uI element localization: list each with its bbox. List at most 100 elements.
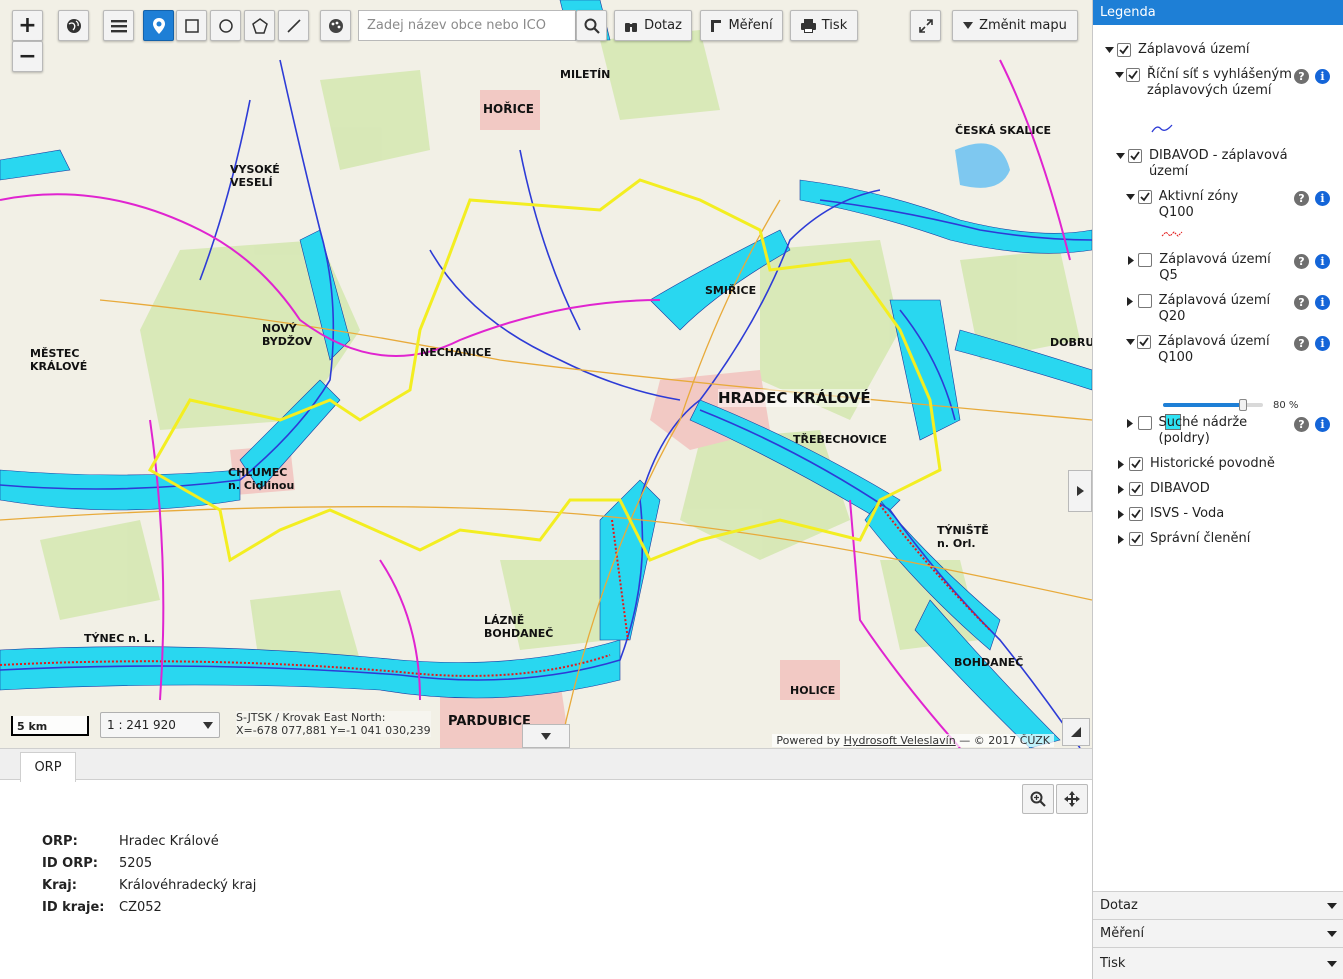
coordinates-crs: S-JTSK / Krovak East North: xyxy=(236,711,386,724)
overview-map-button[interactable] xyxy=(1062,718,1090,746)
checkbox-unchecked[interactable] xyxy=(1137,294,1152,308)
polygon-icon xyxy=(251,17,268,34)
expanded-caret-icon[interactable] xyxy=(1115,67,1124,83)
legend-item-isvs[interactable]: ISVS - Voda xyxy=(1115,506,1224,522)
legend-item-active-q100[interactable]: Aktivní zóny Q100 xyxy=(1125,189,1265,221)
line-icon xyxy=(286,18,301,33)
help-icon[interactable]: ? xyxy=(1294,417,1309,432)
expanded-caret-icon[interactable] xyxy=(1115,148,1126,164)
map-label-novy-bydzov: NOVÝ BYDŽOV xyxy=(262,322,313,348)
checkbox-checked[interactable] xyxy=(1127,149,1142,163)
river-symbol-icon xyxy=(1151,124,1173,133)
checkbox-unchecked[interactable] xyxy=(1138,253,1153,267)
checkbox-checked[interactable] xyxy=(1126,68,1140,82)
search-button[interactable] xyxy=(576,10,607,41)
attribution-link[interactable]: Hydrosoft Veleslavín xyxy=(844,734,956,747)
select-circle-button[interactable] xyxy=(210,10,241,41)
zoom-out-button[interactable]: − xyxy=(12,41,43,72)
checkbox-checked[interactable] xyxy=(1137,335,1152,349)
help-icon[interactable]: ? xyxy=(1294,336,1309,351)
expanded-caret-icon[interactable] xyxy=(1125,189,1136,205)
scale-select[interactable]: 1 : 241 920 xyxy=(100,712,220,738)
clear-selection-button[interactable] xyxy=(320,10,351,41)
info-icon[interactable]: i xyxy=(1315,254,1330,269)
attribute-value: 5205 xyxy=(119,855,153,871)
globe-button[interactable] xyxy=(58,10,89,41)
legend-label: DIBAVOD xyxy=(1150,481,1210,496)
legend-item-dibavod-flood[interactable]: DIBAVOD - záplavová území xyxy=(1115,148,1315,180)
zoom-to-feature-button[interactable] xyxy=(1022,784,1054,814)
help-icon[interactable]: ? xyxy=(1294,254,1309,269)
collapsed-caret-icon[interactable] xyxy=(1115,456,1127,472)
zoom-in-button[interactable]: + xyxy=(12,10,43,41)
legend-item-dibavod[interactable]: DIBAVOD xyxy=(1115,481,1210,497)
legend-item-river[interactable]: Říční síť s vyhlášeným záplavových území xyxy=(1115,67,1295,99)
expanded-caret-icon[interactable] xyxy=(1125,334,1135,350)
select-polygon-button[interactable] xyxy=(244,10,275,41)
checkbox-checked[interactable] xyxy=(1129,482,1143,496)
checkbox-checked[interactable] xyxy=(1137,190,1152,204)
help-icon[interactable]: ? xyxy=(1294,69,1309,84)
binoculars-icon xyxy=(625,22,638,32)
legend-item-historic[interactable]: Historické povodně xyxy=(1115,456,1275,472)
help-icon[interactable]: ? xyxy=(1294,295,1309,310)
info-icon[interactable]: i xyxy=(1315,336,1330,351)
select-line-button[interactable] xyxy=(278,10,309,41)
pan-to-feature-button[interactable] xyxy=(1056,784,1088,814)
legend-item-admin[interactable]: Správní členění xyxy=(1115,531,1250,547)
collapsed-caret-icon[interactable] xyxy=(1115,481,1127,497)
accordion-print[interactable]: Tisk xyxy=(1093,947,1343,979)
accordion-query[interactable]: Dotaz xyxy=(1093,891,1343,919)
help-icon[interactable]: ? xyxy=(1294,191,1309,206)
toggle-legend-button[interactable] xyxy=(1068,470,1092,512)
fullscreen-button[interactable] xyxy=(910,10,941,41)
caret-down-icon xyxy=(541,732,551,740)
map-label-lazne: LÁZNĚ BOHDANEČ xyxy=(484,614,554,640)
expanded-caret-icon[interactable] xyxy=(1103,42,1115,58)
legend-item-flood[interactable]: Záplavová území xyxy=(1103,42,1249,58)
legend-item-q20[interactable]: Záplavová území Q20 xyxy=(1125,293,1285,325)
collapsed-caret-icon[interactable] xyxy=(1115,506,1127,522)
checkbox-checked[interactable] xyxy=(1117,43,1131,57)
measure-button[interactable]: Měření xyxy=(700,10,783,41)
select-rectangle-button[interactable] xyxy=(176,10,207,41)
opacity-value: 80 % xyxy=(1273,400,1299,411)
accordion-measure[interactable]: Měření xyxy=(1093,919,1343,947)
legend-label: Říční síť s vyhlášeným záplavových území xyxy=(1147,67,1292,98)
change-map-label: Změnit mapu xyxy=(979,18,1067,33)
legend-panel: Legenda Záplavová území Říční síť s vyhl… xyxy=(1092,0,1343,979)
accordion-label: Měření xyxy=(1100,926,1145,941)
opacity-slider[interactable] xyxy=(1163,399,1263,411)
collapsed-caret-icon[interactable] xyxy=(1115,531,1127,547)
layers-menu-button[interactable] xyxy=(103,10,134,41)
attribution-suffix: — © 2017 ČÚZK xyxy=(955,734,1050,747)
attribute-key: Kraj: xyxy=(42,877,77,893)
checkbox-checked[interactable] xyxy=(1129,532,1143,546)
info-icon[interactable]: i xyxy=(1315,417,1330,432)
collapsed-caret-icon[interactable] xyxy=(1125,293,1136,309)
legend-label: DIBAVOD - záplavová území xyxy=(1148,148,1288,179)
legend-item-dry-tanks[interactable]: Suché nádrže (poldry) xyxy=(1125,415,1285,447)
legend-item-q5[interactable]: Záplavová území Q5 xyxy=(1125,252,1285,284)
info-icon[interactable]: i xyxy=(1315,69,1330,84)
legend-title[interactable]: Legenda xyxy=(1093,0,1343,25)
identify-point-button[interactable] xyxy=(143,10,174,41)
query-button[interactable]: Dotaz xyxy=(614,10,692,41)
checkbox-unchecked[interactable] xyxy=(1137,416,1152,430)
toggle-bottom-panel-button[interactable] xyxy=(522,724,570,748)
info-icon[interactable]: i xyxy=(1315,295,1330,310)
collapsed-caret-icon[interactable] xyxy=(1125,252,1136,268)
change-map-button[interactable]: Změnit mapu xyxy=(952,10,1078,41)
map-view[interactable]: HRADEC KRÁLOVÉ HOŘICE NOVÝ BYDŽOV CHLUME… xyxy=(0,0,1092,748)
measure-label: Měření xyxy=(728,18,773,33)
search-input[interactable] xyxy=(358,10,576,41)
opacity-slider-handle[interactable] xyxy=(1239,399,1247,411)
tab-orp[interactable]: ORP xyxy=(20,752,76,782)
checkbox-checked[interactable] xyxy=(1129,457,1143,471)
legend-item-q100[interactable]: Záplavová území Q100 xyxy=(1125,334,1285,366)
print-button[interactable]: Tisk xyxy=(790,10,858,41)
checkbox-checked[interactable] xyxy=(1129,507,1143,521)
collapsed-caret-icon[interactable] xyxy=(1125,415,1136,431)
legend-label: Správní členění xyxy=(1150,531,1251,546)
info-icon[interactable]: i xyxy=(1315,191,1330,206)
